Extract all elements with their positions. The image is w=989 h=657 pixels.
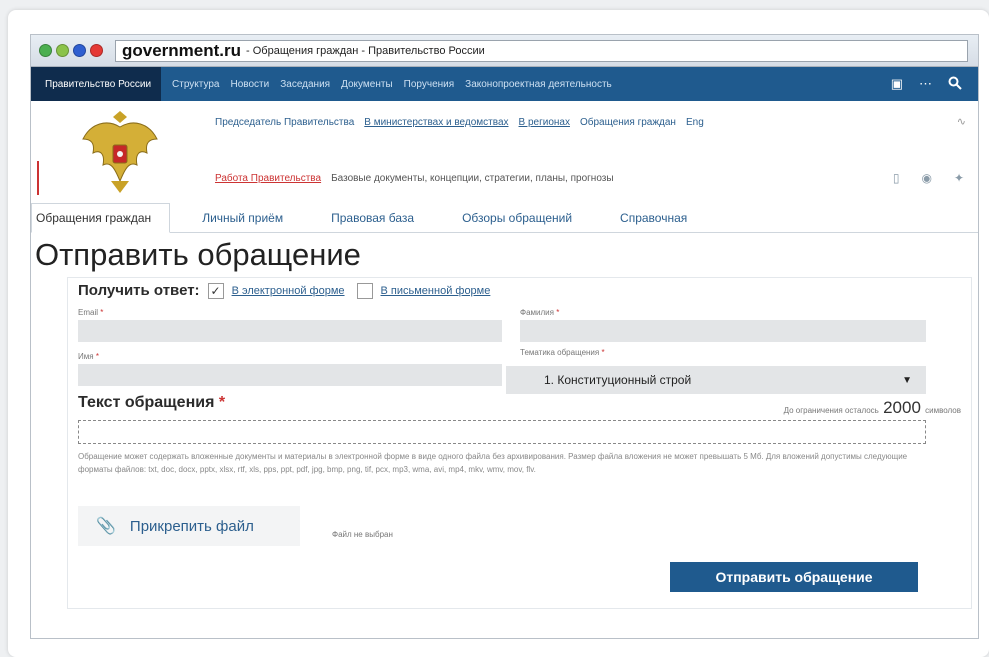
- chevron-down-icon: ▼: [902, 374, 912, 386]
- camera-icon[interactable]: ▣: [891, 76, 903, 92]
- appeal-form: Получить ответ: ✓ В электронной форме В …: [67, 277, 972, 609]
- appeal-text-label: Текст обращения *: [78, 394, 226, 411]
- window-dot-blue-icon[interactable]: [73, 44, 86, 57]
- topic-label: Тематика обращения *: [520, 348, 605, 357]
- topic-selected-value: 1. Конституционный строй: [544, 373, 692, 387]
- search-icon[interactable]: [948, 76, 962, 93]
- get-answer-label: Получить ответ:: [78, 282, 200, 299]
- name-label: Имя *: [78, 352, 99, 361]
- subnav-item-chairman[interactable]: Председатель Правительства: [215, 117, 354, 128]
- accent-divider: [37, 161, 39, 195]
- electronic-checkbox[interactable]: ✓: [207, 282, 224, 299]
- nav-item-documents[interactable]: Документы: [341, 79, 393, 90]
- nav-item-meetings[interactable]: Заседания: [280, 79, 330, 90]
- topic-select[interactable]: 1. Конституционный строй ▼: [506, 366, 926, 394]
- social-icons: ▯ ◉ ✦: [871, 171, 964, 185]
- paper-option-label[interactable]: В письменной форме: [381, 285, 491, 297]
- surname-field[interactable]: [520, 320, 926, 342]
- remaining-count: 2000: [883, 398, 921, 417]
- mobile-icon[interactable]: ▯: [893, 171, 900, 185]
- subnav-item-eng[interactable]: Eng: [686, 117, 704, 128]
- electronic-option-label[interactable]: В электронной форме: [232, 285, 345, 297]
- attachment-note: Обращение может содержать вложенные доку…: [78, 452, 908, 474]
- appeal-text-input[interactable]: [78, 420, 926, 444]
- tab-appeal-reviews[interactable]: Обзоры обращений: [446, 211, 588, 232]
- surname-label: Фамилия *: [520, 308, 560, 317]
- browser-titlebar: government.ru - Обращения граждан - Прав…: [31, 35, 978, 67]
- more-icon[interactable]: ⋯: [919, 76, 932, 92]
- tab-personal-reception[interactable]: Личный приём: [186, 211, 299, 232]
- tertiary-navigation: Работа Правительства Базовые документы, …: [215, 173, 614, 184]
- attach-file-label: Прикрепить файл: [129, 517, 254, 535]
- address-bar[interactable]: government.ru - Обращения граждан - Прав…: [115, 39, 968, 62]
- subnav-item-ministries[interactable]: В министерствах и ведомствах: [364, 117, 508, 128]
- subnav-item-appeals[interactable]: Обращения граждан: [580, 117, 676, 128]
- subnav-item-government-work[interactable]: Работа Правительства: [215, 173, 321, 184]
- paper-checkbox[interactable]: [356, 282, 373, 299]
- window-dot-lightgreen-icon[interactable]: [56, 44, 69, 57]
- tab-citizen-appeals[interactable]: Обращения граждан: [31, 203, 171, 233]
- tab-legal-base[interactable]: Правовая база: [315, 211, 430, 232]
- answer-format-row: Получить ответ: ✓ В электронной форме В …: [78, 282, 502, 299]
- paperclip-icon: 📎: [96, 518, 116, 535]
- eye-icon[interactable]: ◉: [921, 171, 931, 185]
- character-counter: До ограничения осталось 2000 символов: [783, 398, 961, 417]
- browser-window: government.ru - Обращения граждан - Прав…: [30, 34, 979, 639]
- submit-appeal-button[interactable]: Отправить обращение: [670, 562, 918, 592]
- page-title-text: - Обращения граждан - Правительство Росс…: [246, 44, 485, 57]
- page-title: Отправить обращение: [35, 237, 361, 272]
- window-dot-red-icon[interactable]: [90, 44, 103, 57]
- email-field[interactable]: [78, 320, 502, 342]
- subnav-item-base-documents[interactable]: Базовые документы, концепции, стратегии,…: [331, 173, 613, 184]
- section-tabs: Обращения граждан Личный приём Правовая …: [31, 201, 978, 233]
- tab-reference[interactable]: Справочная: [604, 211, 703, 232]
- no-file-text: Файл не выбран: [332, 530, 393, 539]
- brand-link[interactable]: Правительство России: [31, 67, 162, 101]
- top-navigation: Правительство России Структура Новости З…: [31, 67, 978, 101]
- site-header: Председатель Правительства В министерств…: [31, 101, 978, 201]
- window-dot-green-icon[interactable]: [39, 44, 52, 57]
- name-field[interactable]: [78, 364, 502, 386]
- rss-icon[interactable]: ∿: [957, 115, 966, 128]
- secondary-navigation: Председатель Правительства В министерств…: [215, 117, 714, 128]
- address-host: government.ru: [122, 40, 242, 60]
- attach-file-button[interactable]: 📎 Прикрепить файл: [78, 506, 300, 546]
- subnav-item-regions[interactable]: В регионах: [519, 117, 570, 128]
- email-label: Email *: [78, 308, 104, 317]
- twitter-icon[interactable]: ✦: [954, 171, 964, 185]
- nav-item-instructions[interactable]: Поручения: [404, 79, 455, 90]
- coat-of-arms-logo[interactable]: [77, 109, 163, 195]
- nav-item-legislation[interactable]: Законопроектная деятельность: [465, 79, 612, 90]
- nav-item-structure[interactable]: Структура: [172, 79, 219, 90]
- nav-item-news[interactable]: Новости: [231, 79, 270, 90]
